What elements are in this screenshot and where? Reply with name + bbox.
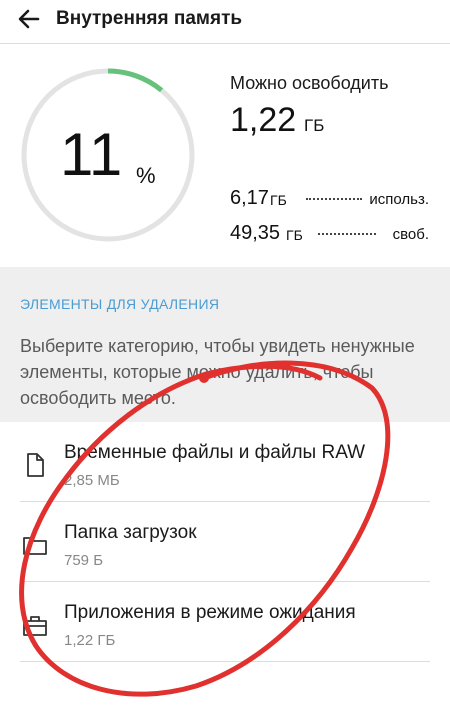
list-item-size: 2,85 МБ [64,472,120,489]
available-leader-dots [318,232,376,235]
used-leader-dots [306,197,362,200]
list-item-title: Временные файлы и файлы RAW [64,442,366,463]
used-unit: ГБ [270,192,287,208]
items-to-delete-section: ЭЛЕМЕНТЫ ДЛЯ УДАЛЕНИЯ Выберите категорию… [0,267,450,422]
folder-icon [23,537,47,555]
available-label: своб. [392,226,429,243]
divider [20,661,430,662]
free-stat: 49,35 ГБ своб. [230,222,435,248]
list-item-title: Приложения в режиме ожидания [64,602,356,623]
used-label: использ. [369,191,429,208]
list-item-title: Папка загрузок [64,522,197,543]
used-stat: 6,17 ГБ использ. [230,187,435,213]
list-item-size: 1,22 ГБ [64,632,116,649]
app-bar: Внутренняя память [0,0,450,44]
back-button[interactable] [14,4,44,34]
list-item-standby-apps[interactable]: Приложения в режиме ожидания 1,22 ГБ [0,582,450,662]
free-value: 1,22 [230,101,297,139]
section-header: ЭЛЕМЕНТЫ ДЛЯ УДАЛЕНИЯ [20,296,220,312]
list-item-downloads[interactable]: Папка загрузок 759 Б [0,502,450,582]
list-item-size: 759 Б [64,552,104,569]
briefcase-icon [23,616,47,636]
usage-percent-unit: % [136,163,156,188]
list-item-temp-files[interactable]: Временные файлы и файлы RAW 2,85 МБ [0,422,450,502]
used-value: 6,17 [230,187,269,209]
available-value: 49,35 [230,222,281,244]
free-unit: ГБ [304,116,325,135]
free-label: Можно освободить [230,73,389,93]
file-icon [27,453,44,477]
section-description: Выберите категорию, чтобы увидеть ненужн… [20,336,415,408]
usage-percent-value: 11 [60,121,123,188]
available-unit: ГБ [286,227,303,243]
arrow-left-icon [18,9,40,29]
storage-summary: 11 % Можно освободить 1,22 ГБ 6,17 ГБ ис… [0,45,450,267]
page-title: Внутренняя память [56,8,243,29]
